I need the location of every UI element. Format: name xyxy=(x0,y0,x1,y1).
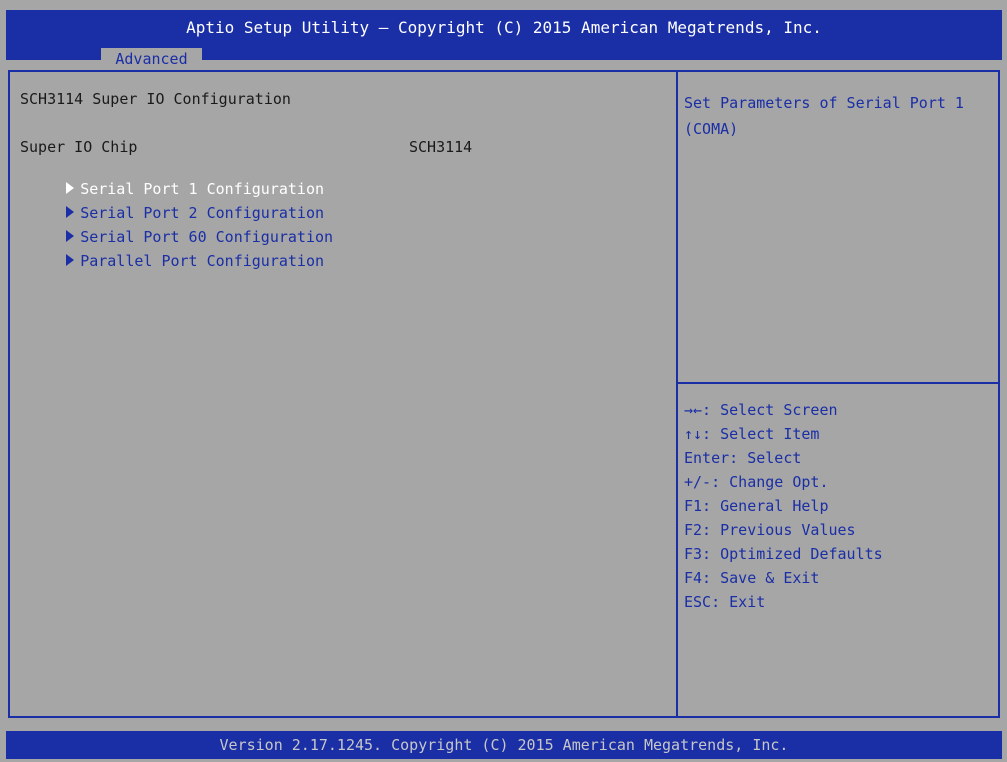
app-title: Aptio Setup Utility – Copyright (C) 2015… xyxy=(186,18,822,37)
section-title: SCH3114 Super IO Configuration xyxy=(20,90,291,108)
super-io-chip-label: Super IO Chip xyxy=(20,138,138,156)
key-esc-exit: ESC: Exit xyxy=(684,593,766,611)
key-general-help: F1: General Help xyxy=(684,497,829,515)
key-change-opt: +/-: Change Opt. xyxy=(684,473,829,491)
menu-item-parallel-port[interactable]: Parallel Port Configuration xyxy=(12,234,324,288)
key-enter-select: Enter: Select xyxy=(684,449,802,467)
bios-screen: Aptio Setup Utility – Copyright (C) 2015… xyxy=(0,0,1007,762)
key-legend: →←: Select Screen ↑↓: Select Item Enter:… xyxy=(684,398,994,614)
key-save-exit: F4: Save & Exit xyxy=(684,569,820,587)
key-select-screen: →←: Select Screen xyxy=(684,401,838,419)
key-previous-values: F2: Previous Values xyxy=(684,521,856,539)
submenu-arrow-icon xyxy=(66,253,75,266)
help-divider xyxy=(678,382,998,384)
help-description: Set Parameters of Serial Port 1 (COMA) xyxy=(684,94,964,138)
tab-advanced[interactable]: Advanced xyxy=(101,48,202,72)
version-footer: Version 2.17.1245. Copyright (C) 2015 Am… xyxy=(6,731,1002,759)
main-frame: SCH3114 Super IO Configuration Super IO … xyxy=(8,70,1000,718)
vertical-divider xyxy=(676,72,678,716)
super-io-chip-value: SCH3114 xyxy=(409,138,473,156)
key-optimized-defaults: F3: Optimized Defaults xyxy=(684,545,883,563)
menu-item-label: Parallel Port Configuration xyxy=(80,252,325,270)
title-bar: Aptio Setup Utility – Copyright (C) 2015… xyxy=(6,10,1002,72)
key-select-item: ↑↓: Select Item xyxy=(684,425,820,443)
